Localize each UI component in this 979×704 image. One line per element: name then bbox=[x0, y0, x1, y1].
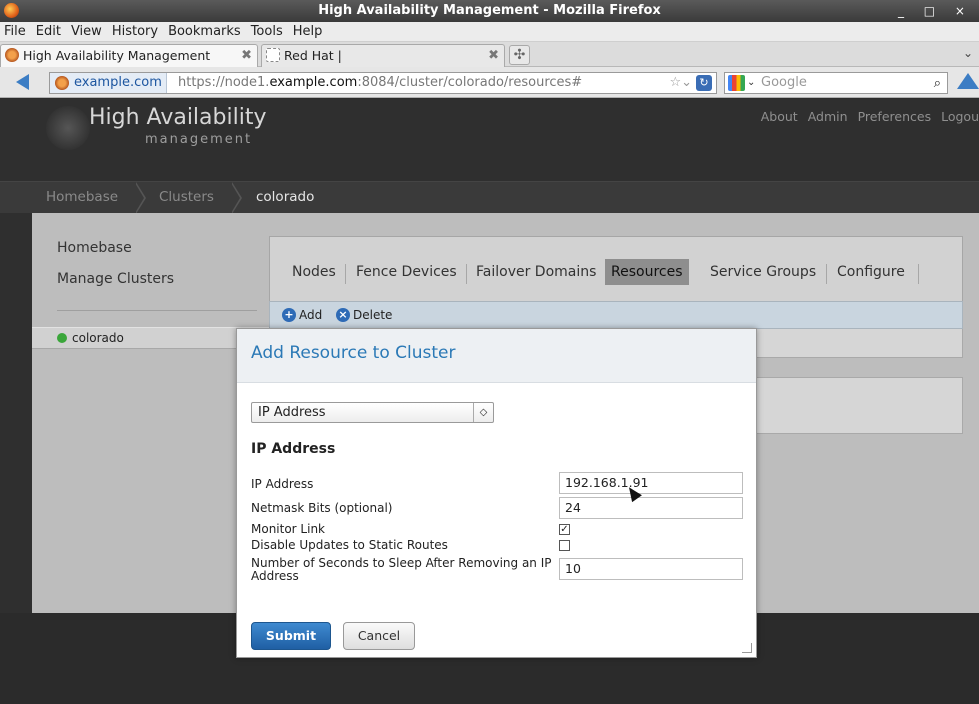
menu-history[interactable]: History bbox=[108, 22, 164, 42]
netmask-input[interactable]: 24 bbox=[559, 497, 743, 519]
submit-button[interactable]: Submit bbox=[251, 622, 331, 650]
tab-red-hat[interactable]: Red Hat | ✖ bbox=[261, 44, 505, 67]
back-arrow-icon[interactable] bbox=[16, 74, 29, 90]
cluster-tabs-panel: Nodes Fence Devices Failover Domains Res… bbox=[269, 236, 963, 301]
dialog-header: Add Resource to Cluster bbox=[237, 329, 756, 383]
tab-separator bbox=[826, 264, 827, 284]
menu-bookmarks[interactable]: Bookmarks bbox=[164, 22, 247, 42]
bookmark-star-icon[interactable]: ☆⌄ bbox=[669, 73, 692, 93]
ip-address-input[interactable]: 192.168.1.91 bbox=[559, 472, 743, 494]
link-preferences[interactable]: Preferences bbox=[858, 109, 932, 124]
reload-icon[interactable]: ↻ bbox=[696, 75, 712, 91]
tab-configure[interactable]: Configure bbox=[837, 261, 905, 283]
site-favicon-icon bbox=[55, 76, 69, 90]
delete-button[interactable]: × Delete bbox=[336, 308, 392, 322]
breadcrumb-separator bbox=[231, 182, 244, 214]
search-bar[interactable]: ⌄ Google ⌕ bbox=[724, 72, 948, 94]
left-margin bbox=[0, 213, 32, 613]
link-about[interactable]: About bbox=[761, 109, 798, 124]
select-arrows-icon: ◇ bbox=[473, 403, 493, 422]
tab-resources[interactable]: Resources bbox=[605, 259, 689, 285]
window-controls[interactable]: _ □ × bbox=[898, 0, 973, 22]
menu-bar: File Edit View History Bookmarks Tools Help bbox=[0, 22, 979, 42]
url-bar[interactable]: example.com https://node1.example.com:80… bbox=[49, 72, 717, 94]
firefox-icon bbox=[4, 3, 19, 18]
sidebar-item-colorado[interactable]: colorado bbox=[32, 327, 269, 349]
monitor-link-checkbox[interactable]: ✓ bbox=[559, 524, 570, 535]
top-links: About Admin Preferences Logou bbox=[751, 109, 979, 124]
cluster-label: colorado bbox=[72, 331, 124, 345]
home-icon[interactable] bbox=[957, 73, 979, 89]
resource-type-select[interactable]: IP Address ◇ bbox=[251, 402, 494, 423]
window-title: High Availability Management - Mozilla F… bbox=[318, 3, 661, 18]
logo-title: High Availability bbox=[89, 105, 267, 130]
tab-label: High Availability Management bbox=[23, 48, 211, 63]
breadcrumb-clusters[interactable]: Clusters bbox=[159, 182, 214, 213]
tab-separator bbox=[918, 264, 919, 284]
dialog-title: Add Resource to Cluster bbox=[251, 343, 456, 363]
binoculars-icon[interactable]: ⌕ bbox=[934, 74, 941, 94]
chevron-down-icon[interactable]: ⌄ bbox=[747, 73, 755, 93]
tab-failover-domains[interactable]: Failover Domains bbox=[476, 261, 596, 283]
plus-icon: + bbox=[282, 308, 296, 322]
delete-x-icon: × bbox=[336, 308, 350, 322]
sidebar-item-homebase[interactable]: Homebase bbox=[57, 240, 132, 256]
sleep-seconds-label: Number of Seconds to Sleep After Removin… bbox=[251, 556, 552, 583]
disable-updates-checkbox[interactable] bbox=[559, 540, 570, 551]
netmask-label: Netmask Bits (optional) bbox=[251, 501, 393, 515]
close-tab-icon[interactable]: ✖ bbox=[488, 45, 499, 66]
section-title: IP Address bbox=[251, 441, 336, 457]
tab-bar: High Availability Management ✖ Red Hat |… bbox=[0, 42, 979, 67]
window-titlebar: High Availability Management - Mozilla F… bbox=[0, 0, 979, 22]
tab-separator bbox=[345, 264, 346, 284]
navigation-bar: example.com https://node1.example.com:80… bbox=[0, 67, 979, 98]
monitor-link-label: Monitor Link bbox=[251, 522, 326, 536]
status-ok-icon bbox=[57, 333, 67, 343]
breadcrumb-homebase[interactable]: Homebase bbox=[46, 182, 118, 213]
chevron-down-icon[interactable]: ⌄ bbox=[963, 46, 973, 60]
tab-label: Red Hat | bbox=[284, 48, 342, 63]
menu-tools[interactable]: Tools bbox=[247, 22, 289, 42]
sleep-seconds-input[interactable]: 10 bbox=[559, 558, 743, 580]
add-button[interactable]: + Add bbox=[282, 308, 322, 322]
blank-page-icon bbox=[266, 48, 280, 62]
menu-view[interactable]: View bbox=[67, 22, 108, 42]
menu-edit[interactable]: Edit bbox=[32, 22, 67, 42]
cancel-button[interactable]: Cancel bbox=[343, 622, 415, 650]
new-tab-button[interactable]: ✣ bbox=[509, 45, 530, 65]
breadcrumb-colorado: colorado bbox=[256, 189, 315, 205]
breadcrumb: Homebase Clusters colorado bbox=[0, 181, 979, 214]
ip-address-label: IP Address bbox=[251, 477, 314, 491]
logo-subtitle: management bbox=[145, 132, 253, 147]
favicon-icon bbox=[5, 48, 19, 62]
url-text: https://node1.example.com:8084/cluster/c… bbox=[178, 75, 583, 90]
google-search-engine-icon[interactable] bbox=[728, 75, 745, 91]
breadcrumb-separator bbox=[135, 182, 148, 214]
app-header: High Availability management About Admin P… bbox=[0, 99, 979, 181]
tab-separator bbox=[466, 264, 467, 284]
disable-updates-label: Disable Updates to Static Routes bbox=[251, 538, 448, 552]
site-identity-button[interactable]: example.com bbox=[50, 73, 167, 93]
tab-nodes[interactable]: Nodes bbox=[292, 261, 336, 283]
link-logout[interactable]: Logou bbox=[941, 109, 979, 124]
add-resource-dialog: Add Resource to Cluster IP Address ◇ IP … bbox=[236, 328, 757, 658]
menu-file[interactable]: File bbox=[0, 22, 32, 42]
resources-toolbar: + Add × Delete bbox=[269, 301, 963, 329]
tab-ha-management[interactable]: High Availability Management ✖ bbox=[0, 44, 258, 67]
link-admin[interactable]: Admin bbox=[808, 109, 848, 124]
close-tab-icon[interactable]: ✖ bbox=[241, 45, 252, 66]
sidebar-item-manage-clusters[interactable]: Manage Clusters bbox=[57, 271, 174, 287]
sidebar-divider bbox=[57, 310, 257, 311]
tab-service-groups[interactable]: Service Groups bbox=[710, 261, 816, 283]
resize-grip-icon[interactable] bbox=[742, 643, 752, 653]
search-placeholder: Google bbox=[761, 75, 807, 90]
tab-fence-devices[interactable]: Fence Devices bbox=[356, 261, 457, 283]
logo-icon bbox=[46, 106, 90, 150]
menu-help[interactable]: Help bbox=[289, 22, 329, 42]
